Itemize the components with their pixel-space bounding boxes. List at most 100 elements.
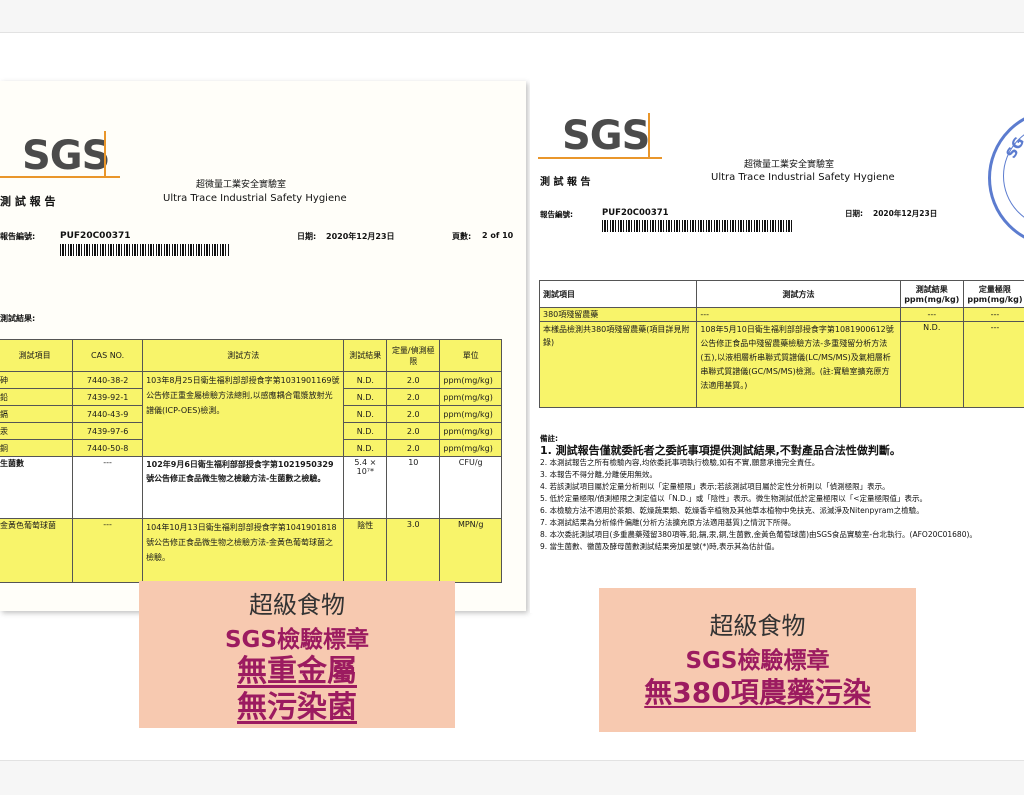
caption-claim: 無380項農藥污染 [599,675,916,711]
col-header-item: 測試項目 [540,281,697,308]
cell-result: N.D. [900,322,963,408]
cell-limit: 2.0 [387,406,440,423]
image-canvas: SGS 超微量工業安全實驗室 Ultra Trace Industrial Sa… [0,33,1024,760]
sgs-logo: SGS [22,133,109,179]
note-item: 9. 當生菌數、黴菌及酵母菌數測試結果旁加星號(*)時,表示其為估計值。 [540,541,1024,553]
logo-divider [104,131,106,177]
pesticide-table: 測試項目 測試方法 測試結果 ppm(mg/kg) 定量極限 ppm(mg/kg… [539,280,1024,408]
col-header-unit: 單位 [440,340,502,372]
note-item: 2. 本測試報告之所有檢驗內容,均依委託事項執行檢驗,如有不實,願意承擔完全責任… [540,457,1024,469]
cell-item: 本樣品檢測共380項殘留農藥(項目詳見附錄) [540,322,697,408]
cell-result: N.D. [344,389,387,406]
cell-result: N.D. [344,372,387,389]
report-no: PUF20C00371 [60,231,131,241]
cell-result: N.D. [344,440,387,457]
cell-method: --- [697,308,900,322]
cell-limit: --- [963,308,1024,322]
note-item: 3. 本報告不得分離,分離使用無效。 [540,469,1024,481]
cell-unit: ppm(mg/kg) [440,406,502,423]
table-row: 砷 7440-38-2 103年8月25日衛生福利部部授食字第103190116… [0,372,502,389]
note-item: 1. 測試報告僅就委託者之委託事項提供測試結果,不對產品合法性做判斷。 [540,445,1024,457]
col-header-result: 測試結果 [344,340,387,372]
cell-result: 5.4 × 10⁷* [344,457,387,519]
note-item: 4. 若該測試項目屬於定量分析則以「定量極限」表示;若該測試項目屬於定性分析則以… [540,481,1024,493]
cell-item: 生菌數 [0,457,73,519]
note-item: 5. 低於定量極限/偵測極限之測定值以「N.D.」或「陰性」表示。微生物測試低於… [540,493,1024,505]
caption-box-left: 超級食物 SGS檢驗標章 無重金屬 無污染菌 [139,581,455,728]
note-item: 8. 本次委託測試項目(多重農藥殘留380項等,鉛,鎘,汞,銅,生菌數,金黃色葡… [540,529,1024,541]
logo-underline [0,176,120,178]
caption-subtitle: SGS檢驗標章 [599,641,916,675]
cell-limit: 2.0 [387,389,440,406]
table-row: 生菌數 --- 102年9月6日衛生福利部部授食字第1021950329號公告修… [0,457,502,519]
top-bar [0,0,1024,33]
results-label: 測試結果: [0,313,35,324]
col-header-item: 測試項目 [0,340,73,372]
table-row: 金黃色葡萄球菌 --- 104年10月13日衛生福利部部授食字第10419018… [0,519,502,583]
cell-item: 金黃色葡萄球菌 [0,519,73,583]
sgs-seal-stamp: SG [988,109,1024,247]
col-header-cas: CAS NO. [73,340,143,372]
results-table: 測試項目 CAS NO. 測試方法 測試結果 定量/偵測極限 單位 砷 7440… [0,339,502,583]
cell-limit: 3.0 [387,519,440,583]
cell-cas: --- [73,519,143,583]
cell-limit: --- [963,322,1024,408]
cell-unit: ppm(mg/kg) [440,423,502,440]
cell-item: 砷 [0,372,73,389]
caption-claim: 無污染菌 [139,690,455,726]
cell-item: 銅 [0,440,73,457]
cell-cas: 7439-92-1 [73,389,143,406]
cell-unit: ppm(mg/kg) [440,440,502,457]
logo-underline [538,157,662,159]
cell-method: 108年5月10日衛生福利部部授食字第1081900612號公告修正食品中殘留農… [697,322,900,408]
page-label: 頁數: [452,231,471,242]
note-item: 6. 本檢驗方法不適用於茶類、乾燥蔬果類、乾燥香辛植物及其他草本植物中免扶克、派… [540,505,1024,517]
lab-name-en: Ultra Trace Industrial Safety Hygiene [163,193,347,204]
table-row: 本樣品檢測共380項殘留農藥(項目詳見附錄) 108年5月10日衛生福利部部授食… [540,322,1024,408]
doc-title: 測 試 報 告 [0,193,56,209]
col-header-limit: 定量/偵測極限 [387,340,440,372]
cell-item: 鎘 [0,406,73,423]
date: 2020年12月23日 [873,208,937,219]
caption-title: 超級食物 [599,606,916,641]
date-label: 日期: [845,208,863,219]
cell-unit: ppm(mg/kg) [440,389,502,406]
caption-title: 超級食物 [139,585,455,620]
cell-cas: 7440-50-8 [73,440,143,457]
note-item: 7. 本測試結果為分析條件偏離(分析方法擴充原方法適用基質)之情況下所得。 [540,517,1024,529]
report-no-label: 報告編號: [540,209,573,220]
doc-title: 測 試 報 告 [540,173,590,188]
caption-subtitle: SGS檢驗標章 [139,620,455,654]
col-header-result: 測試結果 ppm(mg/kg) [900,281,963,308]
test-report-page-left: SGS 超微量工業安全實驗室 Ultra Trace Industrial Sa… [0,81,526,611]
lab-name-en: Ultra Trace Industrial Safety Hygiene [711,172,895,183]
cell-unit: CFU/g [440,457,502,519]
cell-unit: MPN/g [440,519,502,583]
cell-cas: 7440-43-9 [73,406,143,423]
cell-unit: ppm(mg/kg) [440,372,502,389]
notes-section: 備註: 1. 測試報告僅就委託者之委託事項提供測試結果,不對產品合法性做判斷。 … [540,433,1024,553]
cell-result: N.D. [344,406,387,423]
date-label: 日期: [297,231,316,242]
cell-item: 汞 [0,423,73,440]
cell-limit: 2.0 [387,440,440,457]
cell-limit: 2.0 [387,372,440,389]
cell-result: --- [900,308,963,322]
caption-claim: 無重金屬 [139,654,455,690]
col-header-limit: 定量極限 ppm(mg/kg) [963,281,1024,308]
cell-cas: --- [73,457,143,519]
lab-name-zh: 超微量工業安全實驗室 [744,157,834,170]
sgs-logo: SGS [562,113,649,159]
logo-divider [648,113,650,158]
cell-item: 鉛 [0,389,73,406]
cell-method: 103年8月25日衛生福利部部授食字第1031901169號公告修正重金屬檢驗方… [143,372,344,457]
barcode [60,244,230,256]
bottom-bar [0,760,1024,795]
caption-box-right: 超級食物 SGS檢驗標章 無380項農藥污染 [599,588,916,732]
barcode [602,220,792,232]
lab-name-zh: 超微量工業安全實驗室 [196,177,286,190]
col-header-method: 測試方法 [697,281,900,308]
cell-item: 380項殘留農藥 [540,308,697,322]
test-report-page-right: SGS 超微量工業安全實驗室 Ultra Trace Industrial Sa… [530,73,1024,613]
cell-result: 陰性 [344,519,387,583]
